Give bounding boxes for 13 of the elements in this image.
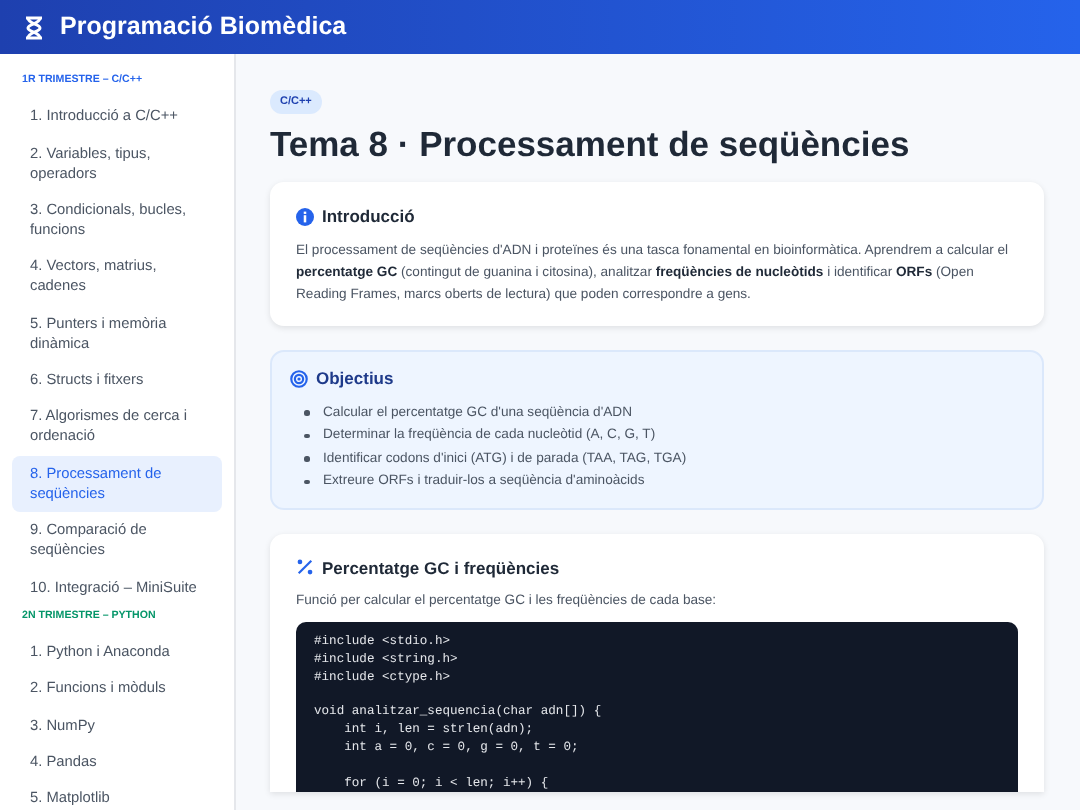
info-icon bbox=[296, 207, 314, 226]
section-title: Objectius bbox=[316, 365, 394, 391]
bullet-icon bbox=[304, 410, 309, 415]
hourglass-icon bbox=[24, 15, 44, 39]
bullet-icon bbox=[304, 456, 309, 461]
page-title: Tema 8 · Processament de seqüències bbox=[270, 122, 912, 166]
section-title: Introducció bbox=[322, 204, 415, 230]
bullet-icon bbox=[304, 433, 309, 438]
section-title: Percentatge GC i freqüències bbox=[322, 555, 560, 581]
bullet-icon bbox=[304, 479, 309, 484]
percent-icon bbox=[296, 558, 314, 577]
app-title: Programació Biomèdica bbox=[60, 10, 347, 45]
target-icon bbox=[290, 369, 308, 388]
